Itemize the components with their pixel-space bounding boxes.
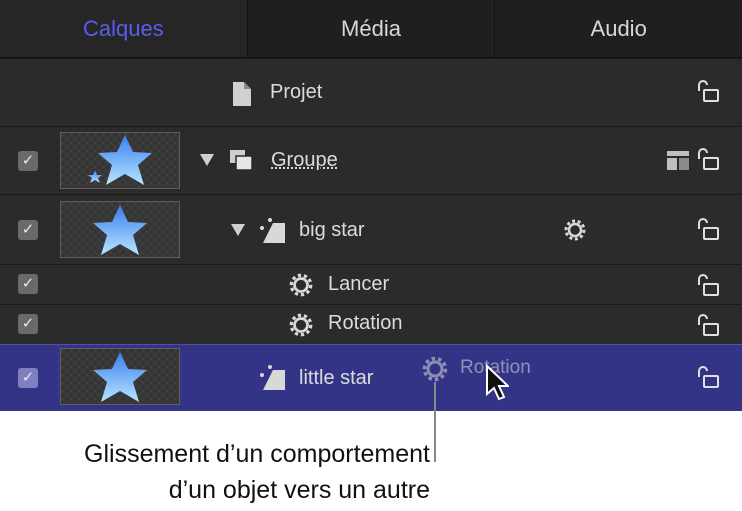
- unlock-icon[interactable]: [696, 273, 720, 297]
- unlock-icon[interactable]: [696, 147, 720, 171]
- behavior-gear-icon: [289, 313, 313, 337]
- behavior-gear-icon: [289, 273, 313, 297]
- layer-row-little-star[interactable]: ✓ little star Rotation: [0, 344, 742, 411]
- little-star-thumbnail: [60, 348, 180, 405]
- callout-line: [434, 382, 436, 462]
- document-icon: [233, 82, 251, 106]
- drag-gear-icon: [422, 356, 448, 382]
- layer-label-group[interactable]: Groupe: [271, 149, 338, 172]
- lancer-checkbox[interactable]: ✓: [18, 274, 38, 294]
- layer-label-rotation: Rotation: [328, 312, 403, 334]
- shape-icon: [260, 365, 285, 390]
- unlock-icon[interactable]: [696, 217, 720, 241]
- layer-label-lancer: Lancer: [328, 273, 390, 295]
- disclosure-triangle-icon[interactable]: [231, 224, 245, 236]
- unlock-icon[interactable]: [696, 365, 720, 389]
- caption-line-2: d’un objet vers un autre: [168, 476, 430, 504]
- mouse-pointer-icon: [486, 364, 509, 401]
- rotation-checkbox[interactable]: ✓: [18, 314, 38, 334]
- layer-row-group[interactable]: ✓ Groupe: [0, 126, 742, 195]
- layer-row-rotation[interactable]: ✓ Rotation: [0, 304, 742, 345]
- unlock-icon[interactable]: [696, 79, 720, 103]
- group-checkbox[interactable]: ✓: [18, 151, 38, 171]
- tab-audio[interactable]: Audio: [494, 0, 742, 58]
- layer-label-big-star: big star: [299, 219, 365, 241]
- tab-media[interactable]: Média: [246, 0, 495, 58]
- gear-icon[interactable]: [563, 218, 587, 242]
- tab-bar: Calques Média Audio: [0, 0, 742, 58]
- tab-layers[interactable]: Calques: [0, 0, 247, 58]
- little-star-checkbox[interactable]: ✓: [18, 368, 38, 388]
- layers-panel: Calques Média Audio Projet ✓ Groupe ✓ bi…: [0, 0, 742, 411]
- layer-label-project: Projet: [270, 81, 323, 103]
- group-thumbnail: [60, 132, 180, 189]
- layer-row-big-star[interactable]: ✓ big star: [0, 194, 742, 265]
- big-star-checkbox[interactable]: ✓: [18, 220, 38, 240]
- group-icon: [230, 150, 253, 171]
- big-star-thumbnail: [60, 201, 180, 258]
- disclosure-triangle-icon[interactable]: [200, 154, 214, 166]
- caption-line-1: Glissement d’un comportement: [84, 440, 430, 468]
- layer-row-project[interactable]: Projet: [0, 58, 742, 127]
- unlock-icon[interactable]: [696, 313, 720, 337]
- layer-row-lancer[interactable]: ✓ Lancer: [0, 264, 742, 305]
- isolate-icon[interactable]: [667, 149, 691, 171]
- shape-icon: [260, 218, 285, 243]
- layer-label-little-star: little star: [299, 367, 374, 389]
